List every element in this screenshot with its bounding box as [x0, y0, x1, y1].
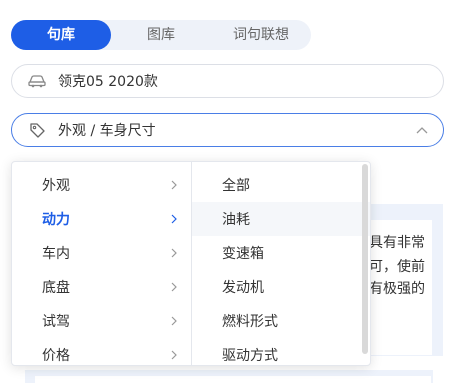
car-model-value: 领克05 2020款 [58, 74, 158, 90]
cascader-option[interactable]: 油耗 [192, 202, 370, 236]
option-label: 全部 [222, 178, 250, 194]
chevron-right-icon [171, 248, 177, 258]
option-label: 底盘 [42, 280, 70, 296]
chevron-right-icon [171, 316, 177, 326]
category-value: 外观 / 车身尺寸 [58, 123, 156, 139]
chevron-right-icon [171, 350, 177, 360]
tab-bar: 句库 图库 词句联想 [11, 20, 311, 50]
cascader-option[interactable]: 全部 [192, 168, 370, 202]
car-model-select[interactable]: 领克05 2020款 [11, 64, 444, 98]
option-label: 驱动方式 [222, 348, 278, 364]
cascader-option[interactable]: 底盘 [12, 270, 191, 304]
option-label: 燃料形式 [222, 314, 278, 330]
cascader-option[interactable]: 动力 [12, 202, 191, 236]
chevron-right-icon [171, 282, 177, 292]
tab-image-library[interactable]: 图库 [111, 20, 211, 50]
option-label: 价格 [42, 348, 70, 364]
chevron-right-icon [171, 180, 177, 190]
option-label: 试驾 [42, 314, 70, 330]
cascader-option[interactable]: 驱动方式 [192, 338, 370, 365]
car-icon [28, 72, 46, 90]
sentence-text-line: 可，使前 [369, 259, 425, 275]
cascader-level1-list: 外观 动力 车内 底盘 试驾 价格 [12, 162, 192, 365]
cascader-option[interactable]: 发动机 [192, 270, 370, 304]
scrollbar[interactable] [362, 164, 368, 354]
option-label: 油耗 [222, 212, 250, 228]
cascader-option[interactable]: 价格 [12, 338, 191, 365]
option-label: 车内 [42, 246, 70, 262]
cascader-option[interactable]: 燃料形式 [192, 304, 370, 338]
sentence-card-body [35, 376, 431, 383]
option-label: 变速箱 [222, 246, 264, 262]
cascader-option[interactable]: 变速箱 [192, 236, 370, 270]
cascader-option[interactable]: 车内 [12, 236, 191, 270]
tag-icon [28, 121, 46, 139]
sentence-text-line: 有极强的 [369, 281, 425, 297]
chevron-up-icon [415, 123, 429, 137]
cascader-level2-list: 全部 油耗 变速箱 发动机 燃料形式 驱动方式 [192, 162, 370, 365]
option-label: 外观 [42, 178, 70, 194]
sentence-text-line: 具有非常 [369, 235, 425, 251]
option-label: 动力 [42, 212, 70, 228]
cascader-option[interactable]: 外观 [12, 168, 191, 202]
tab-sentence-library[interactable]: 句库 [11, 20, 111, 50]
cascader-option[interactable]: 试驾 [12, 304, 191, 338]
option-label: 发动机 [222, 280, 264, 296]
chevron-right-icon [171, 214, 177, 224]
category-cascader: 外观 动力 车内 底盘 试驾 价格 全部 油耗 变速箱 发动机 燃料形式 驱动方… [11, 161, 371, 366]
tab-phrase-association[interactable]: 词句联想 [211, 20, 311, 50]
category-select[interactable]: 外观 / 车身尺寸 [11, 113, 444, 147]
